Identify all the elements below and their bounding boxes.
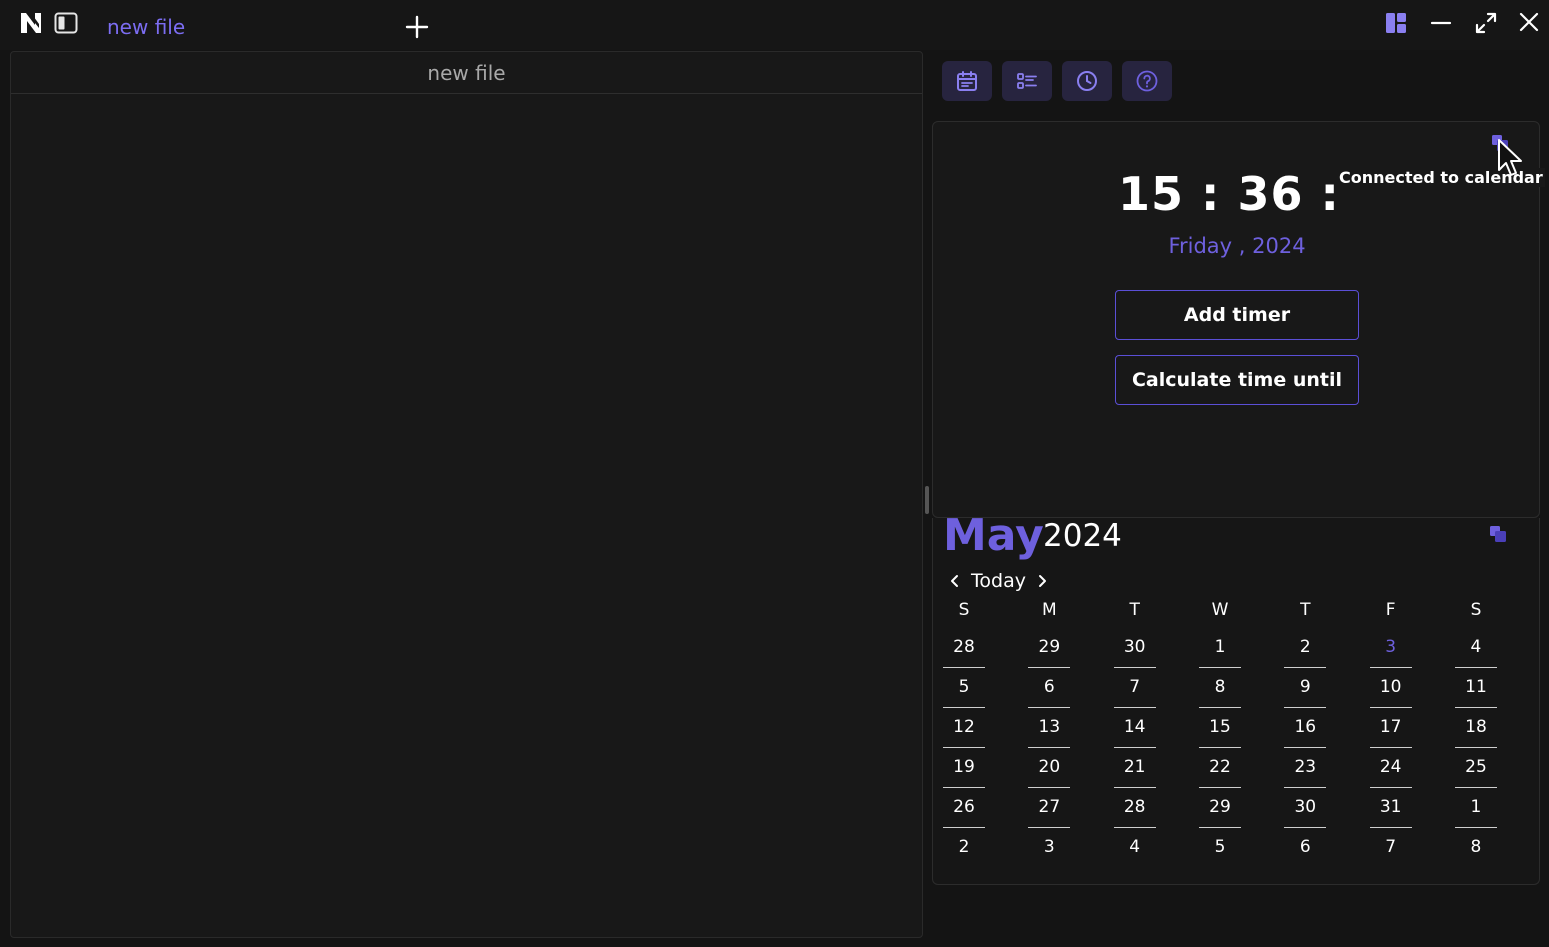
calendar-day[interactable]: 29 <box>1028 628 1071 668</box>
calendar-day[interactable]: 22 <box>1198 748 1241 788</box>
calendar-grid: S M T W T F S 28 29 30 1 2 3 4 5 6 7 8 9… <box>943 598 1497 868</box>
calendar-day[interactable]: 7 <box>1113 668 1156 708</box>
clock-date: Friday , 2024 <box>1168 234 1306 258</box>
calendar-nav: Today <box>947 570 1050 592</box>
clock-icon <box>1077 71 1097 91</box>
calendar-day[interactable]: 2 <box>1284 628 1327 668</box>
clock-time: 15 : 36 : 07 <box>1118 167 1358 221</box>
calendar-week-row: 5 6 7 8 9 10 11 <box>943 668 1497 708</box>
calendar-week-row: 12 13 14 15 16 17 18 <box>943 708 1497 748</box>
minimize-icon[interactable] <box>1429 11 1453 35</box>
calendar-day[interactable]: 3 <box>1028 828 1070 868</box>
calendar-day[interactable]: 31 <box>1369 788 1412 828</box>
calendar-day[interactable]: 14 <box>1113 708 1156 748</box>
next-month-icon[interactable] <box>1034 573 1050 589</box>
calendar-day[interactable]: 20 <box>1028 748 1071 788</box>
calendar-day[interactable]: 1 <box>1454 788 1497 828</box>
weekday-label: T <box>1300 600 1311 620</box>
calendar-day[interactable]: 4 <box>1454 628 1497 668</box>
mouse-cursor-icon <box>1498 139 1522 176</box>
app-logo-icon[interactable] <box>18 10 44 36</box>
sidebar-toggle-icon[interactable] <box>54 12 78 34</box>
calendar-day[interactable]: 18 <box>1454 708 1497 748</box>
calendar-day[interactable]: 6 <box>1284 828 1326 868</box>
calendar-day[interactable]: 29 <box>1198 788 1241 828</box>
calendar-day[interactable]: 1 <box>1198 628 1241 668</box>
calendar-day[interactable]: 23 <box>1284 748 1327 788</box>
editor-title: new file <box>11 52 922 94</box>
add-tab-icon[interactable] <box>404 14 430 40</box>
calendar-day[interactable]: 15 <box>1198 708 1241 748</box>
calendar-week-row: 28 29 30 1 2 3 4 <box>943 628 1497 668</box>
add-timer-button[interactable]: Add timer <box>1115 290 1359 340</box>
calendar-day[interactable]: 12 <box>943 708 985 748</box>
calendar-year: 2024 <box>1043 518 1122 554</box>
calendar-day[interactable]: 2 <box>943 828 985 868</box>
prev-month-icon[interactable] <box>947 573 963 589</box>
calendar-day[interactable]: 28 <box>1113 788 1156 828</box>
help-icon <box>1136 70 1158 92</box>
clock-panel: 15 : 36 : 07 Friday , 2024 Add timer Cal… <box>932 121 1545 518</box>
calendar-day[interactable]: 11 <box>1454 668 1497 708</box>
calendar-day[interactable]: 26 <box>943 788 985 828</box>
calendar-day[interactable]: 5 <box>943 668 985 708</box>
weekday-label: S <box>958 600 970 620</box>
calendar-month: May <box>943 510 1044 561</box>
calendar-day[interactable]: 19 <box>943 748 985 788</box>
calendar-day[interactable]: 16 <box>1284 708 1327 748</box>
editor-pane[interactable]: new file <box>10 51 923 938</box>
weekday-label: M <box>1041 600 1057 620</box>
calendar-day[interactable]: 28 <box>943 628 985 668</box>
layout-icon[interactable] <box>1384 11 1408 35</box>
clock-tool-button[interactable] <box>1062 61 1112 101</box>
calendar-day[interactable]: 9 <box>1284 668 1327 708</box>
checklist-tool-button[interactable] <box>1002 61 1052 101</box>
calendar-week-row: 2 3 4 5 6 7 8 <box>943 828 1497 868</box>
weekday-label: T <box>1129 600 1140 620</box>
help-tool-button[interactable] <box>1122 61 1172 101</box>
calendar-day[interactable]: 25 <box>1454 748 1497 788</box>
close-icon[interactable] <box>1517 10 1541 34</box>
calendar-icon <box>957 71 977 91</box>
maximize-icon[interactable] <box>1474 11 1498 35</box>
calendar-day[interactable]: 10 <box>1369 668 1412 708</box>
calendar-day[interactable]: 30 <box>1284 788 1327 828</box>
calendar-day[interactable]: 27 <box>1028 788 1071 828</box>
calendar-week-row: 26 27 28 29 30 31 1 <box>943 788 1497 828</box>
weekday-label: W <box>1211 600 1229 620</box>
calendar-day[interactable]: 4 <box>1114 828 1156 868</box>
calendar-day[interactable]: 7 <box>1370 828 1412 868</box>
today-button[interactable]: Today <box>971 570 1026 592</box>
weekday-label: S <box>1470 600 1482 620</box>
calculate-time-until-button[interactable]: Calculate time until <box>1115 355 1359 405</box>
calendar-day[interactable]: 8 <box>1198 668 1241 708</box>
calendar-week-row: 19 20 21 22 23 24 25 <box>943 748 1497 788</box>
tab-new-file[interactable]: new file <box>107 15 185 39</box>
calendar-link-icon[interactable] <box>1489 525 1507 543</box>
calendar-tool-button[interactable] <box>942 61 992 101</box>
calendar-day[interactable]: 17 <box>1369 708 1412 748</box>
calendar-day[interactable]: 8 <box>1455 828 1497 868</box>
calendar-day[interactable]: 5 <box>1199 828 1241 868</box>
calendar-day[interactable]: 6 <box>1028 668 1071 708</box>
calendar-day[interactable]: 24 <box>1369 748 1412 788</box>
calendar-day[interactable]: 21 <box>1113 748 1156 788</box>
resize-handle[interactable] <box>925 486 929 514</box>
calendar-day[interactable]: 30 <box>1113 628 1156 668</box>
title-bar: new file <box>0 0 1549 50</box>
checklist-icon <box>1017 73 1037 89</box>
calendar-panel: May 2024 Today S M T W T F S 28 29 30 1 … <box>932 510 1540 885</box>
calendar-day[interactable]: 13 <box>1028 708 1071 748</box>
calendar-day-today[interactable]: 3 <box>1369 628 1412 668</box>
weekday-label: F <box>1385 600 1396 620</box>
weekday-header-row: S M T W T F S <box>943 598 1497 628</box>
